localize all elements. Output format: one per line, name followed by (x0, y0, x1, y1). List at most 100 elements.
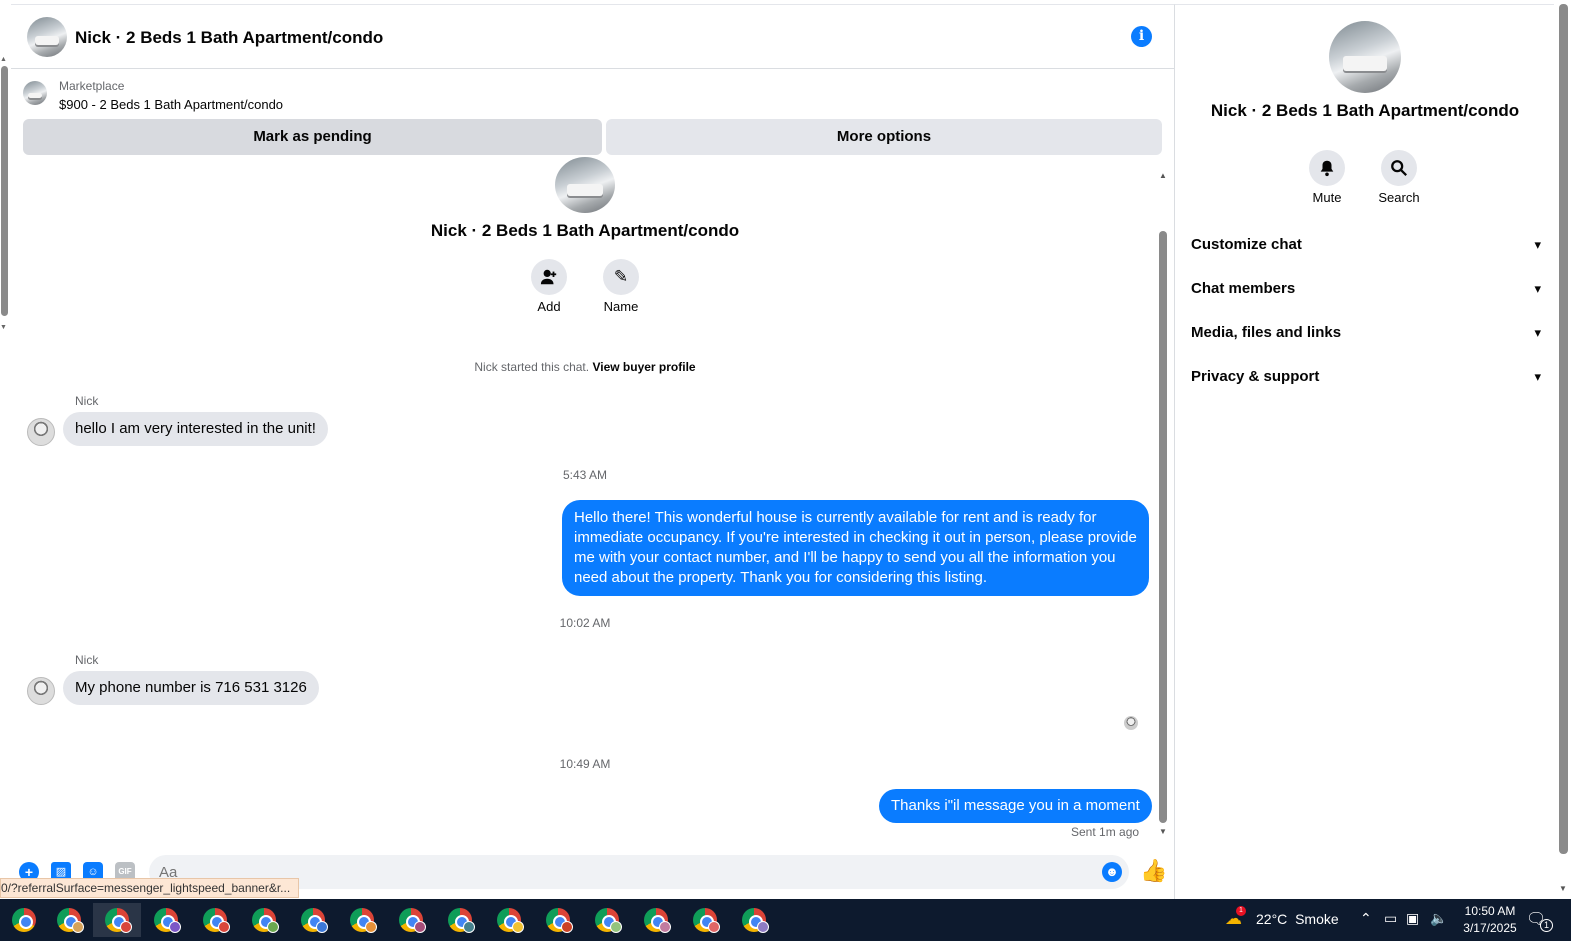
outgoing-message[interactable]: Hello there! This wonderful house is cur… (562, 500, 1149, 596)
weather-widget[interactable]: 22°C Smoke (1256, 911, 1339, 927)
privacy-support-section[interactable]: Privacy & support ▾ (1191, 355, 1541, 399)
sidebar-avatar[interactable] (1329, 21, 1401, 93)
chevron-down-icon: ▾ (1534, 325, 1541, 340)
chevron-up-icon[interactable]: ⌃ (1360, 910, 1372, 927)
listing-banner: Marketplace $900 - 2 Beds 1 Bath Apartme… (11, 69, 1174, 167)
pencil-icon[interactable]: ✎ (603, 259, 639, 295)
scroll-down-arrow-icon[interactable]: ▼ (1159, 827, 1167, 836)
sender-name: Nick (75, 653, 99, 667)
customize-chat-section[interactable]: Customize chat ▾ (1191, 223, 1541, 267)
scroll-down-arrow-icon[interactable]: ▼ (0, 324, 7, 331)
message-timestamp: 10:02 AM (559, 616, 611, 630)
taskbar: ☁ 1 22°C Smoke ⌃ ▭ ▣ 🔈 10:50 AM 3/17/202… (0, 899, 1571, 941)
bell-icon[interactable] (1309, 150, 1345, 186)
scroll-up-arrow-icon[interactable]: ▲ (0, 56, 7, 63)
sender-avatar[interactable] (27, 677, 55, 705)
incoming-message[interactable]: My phone number is 716 531 3126 (63, 671, 319, 705)
profile-badge-icon (218, 921, 230, 933)
taskbar-chrome-window[interactable] (632, 903, 680, 937)
screen: ▲ ▼ Nick · 2 Beds 1 Bath Apartment/condo… (0, 0, 1571, 941)
message-timestamp: 10:49 AM (559, 757, 611, 771)
more-options-button[interactable]: More options (606, 119, 1162, 155)
listing-thumbnail[interactable] (23, 81, 47, 105)
taskbar-chrome-window[interactable] (485, 903, 533, 937)
page-scrollbar[interactable]: ▲ ▼ (0, 56, 10, 336)
clock-time: 10:50 AM (1464, 904, 1516, 918)
profile-badge-icon (659, 921, 671, 933)
chevron-down-icon: ▾ (1534, 369, 1541, 384)
taskbar-chrome-window[interactable] (0, 903, 48, 937)
taskbar-chrome-window[interactable] (45, 903, 93, 937)
profile-badge-icon (561, 921, 573, 933)
name-label: Name (603, 299, 639, 314)
profile-badge-icon (365, 921, 377, 933)
system-clock[interactable]: 10:50 AM 3/17/2025 (1455, 903, 1525, 937)
taskbar-chrome-window[interactable] (289, 903, 337, 937)
emoji-icon[interactable]: ☻ (1102, 862, 1122, 882)
chevron-down-icon: ▾ (1534, 281, 1541, 296)
chat-pane: Nick · 2 Beds 1 Bath Apartment/condo i M… (11, 4, 1174, 899)
seen-receipt-avatar (1124, 716, 1138, 730)
intro-avatar (555, 157, 615, 213)
taskbar-chrome-window[interactable] (534, 903, 582, 937)
volume-icon[interactable]: 🔈 (1430, 910, 1447, 927)
scrollbar-thumb[interactable] (1159, 231, 1167, 823)
search-icon[interactable] (1381, 150, 1417, 186)
incoming-message[interactable]: hello I am very interested in the unit! (63, 412, 328, 446)
chat-header: Nick · 2 Beds 1 Bath Apartment/condo i (11, 5, 1174, 69)
view-buyer-profile-link[interactable]: View buyer profile (592, 360, 695, 374)
listing-title[interactable]: $900 - 2 Beds 1 Bath Apartment/condo (59, 97, 283, 112)
outgoing-message[interactable]: Thanks i"il message you in a moment (879, 789, 1152, 823)
chat-members-section[interactable]: Chat members ▾ (1191, 267, 1541, 311)
media-files-links-section[interactable]: Media, files and links ▾ (1191, 311, 1541, 355)
clock-date: 3/17/2025 (1463, 921, 1517, 935)
network-icon[interactable]: ▣ (1406, 910, 1419, 927)
chat-title[interactable]: Nick · 2 Beds 1 Bath Apartment/condo (75, 28, 383, 48)
chevron-down-icon: ▾ (1534, 237, 1541, 252)
search-label: Search (1378, 190, 1420, 205)
profile-badge-icon (120, 921, 132, 933)
chat-started-notice: Nick started this chat. View buyer profi… (11, 360, 1159, 374)
messages-scrollbar[interactable]: ▲ ▼ (1157, 171, 1169, 841)
taskbar-chrome-window[interactable] (730, 903, 778, 937)
chat-avatar[interactable] (27, 17, 67, 57)
chat-info-sidebar: Nick · 2 Beds 1 Bath Apartment/condo Mut… (1174, 4, 1554, 899)
section-label: Chat members (1191, 280, 1296, 297)
mute-label: Mute (1312, 190, 1342, 205)
scrollbar-thumb[interactable] (1, 66, 8, 316)
window-scrollbar[interactable]: ▼ (1556, 0, 1571, 899)
profile-badge-icon (414, 921, 426, 933)
profile-badge-icon (610, 921, 622, 933)
info-icon[interactable]: i (1131, 26, 1152, 47)
thumbs-up-icon[interactable]: 👍 (1140, 858, 1167, 884)
taskbar-chrome-window[interactable] (338, 903, 386, 937)
sender-avatar[interactable] (27, 418, 55, 446)
taskbar-chrome-window[interactable] (583, 903, 631, 937)
chat-started-text: Nick started this chat. (474, 360, 590, 374)
section-label: Media, files and links (1191, 324, 1342, 341)
weather-temperature: 22°C (1256, 911, 1288, 927)
taskbar-chrome-window[interactable] (191, 903, 239, 937)
taskbar-chrome-window[interactable] (240, 903, 288, 937)
sender-name: Nick (75, 394, 99, 408)
taskbar-chrome-window[interactable] (387, 903, 435, 937)
sent-status: Sent 1m ago (1071, 825, 1140, 839)
add-person-icon[interactable] (531, 259, 567, 295)
listing-source: Marketplace (59, 79, 125, 93)
message-timestamp: 5:43 AM (562, 468, 608, 482)
taskbar-chrome-window[interactable] (436, 903, 484, 937)
scroll-down-arrow-icon[interactable]: ▼ (1559, 884, 1567, 893)
taskbar-chrome-window[interactable] (681, 903, 729, 937)
meet-now-icon[interactable]: ▭ (1384, 910, 1397, 927)
status-bar-url: 0/?referralSurface=messenger_lightspeed_… (0, 878, 300, 898)
scrollbar-thumb[interactable] (1559, 4, 1568, 854)
section-label: Privacy & support (1191, 368, 1320, 385)
taskbar-chrome-window[interactable] (142, 903, 190, 937)
profile-badge-icon (757, 921, 769, 933)
mark-as-pending-button[interactable]: Mark as pending (23, 119, 602, 155)
profile-badge-icon (708, 921, 720, 933)
taskbar-chrome-window[interactable] (93, 903, 141, 937)
profile-badge-icon (512, 921, 524, 933)
profile-badge-icon (463, 921, 475, 933)
scroll-up-arrow-icon[interactable]: ▲ (1159, 171, 1167, 180)
